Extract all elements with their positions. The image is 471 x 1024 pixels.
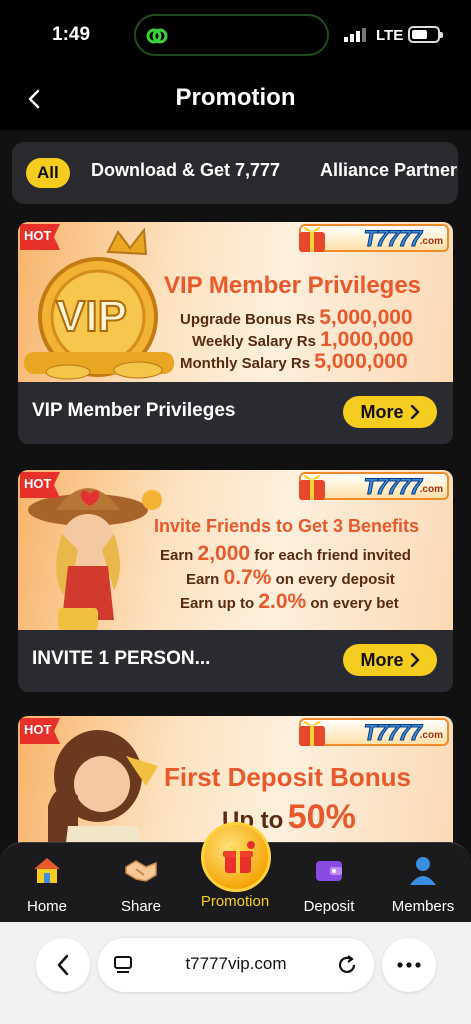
line-value: 2,000 <box>197 542 251 565</box>
page-title: Promotion <box>175 84 296 111</box>
nav-item-members[interactable]: Members <box>378 853 468 915</box>
brand-name: T7777 <box>363 474 422 500</box>
browser-back-button[interactable] <box>36 938 90 992</box>
status-time: 1:49 <box>52 24 91 45</box>
brand-logo: T7777 .com <box>299 224 449 252</box>
gift-icon <box>223 841 255 873</box>
banner-headline: VIP Member Privileges <box>164 272 422 299</box>
card-footer: VIP Member Privileges More <box>18 382 453 444</box>
link-icon <box>146 28 168 44</box>
brand-domain: .com <box>419 730 443 741</box>
nav-label: Promotion <box>200 893 270 910</box>
wallet-icon <box>316 861 342 881</box>
brand-name: T7777 <box>363 720 422 746</box>
line-label: Weekly Salary Rs <box>192 333 316 350</box>
person-icon <box>410 857 436 885</box>
nav-label: Home <box>26 898 67 915</box>
nav-item-deposit[interactable]: Deposit <box>284 853 374 915</box>
brand-domain: .com <box>419 236 443 247</box>
app-header: Promotion <box>0 70 471 130</box>
more-label: More <box>360 649 404 670</box>
tab-alliance-partner[interactable]: Alliance Partner <box>320 160 457 181</box>
line-prefix: Earn up to <box>180 595 255 612</box>
handshake-icon <box>125 860 157 882</box>
chevron-left-icon <box>57 954 69 976</box>
brand-domain: .com <box>419 484 443 495</box>
line-value: 5,000,000 <box>314 350 408 373</box>
nav-label: Share <box>120 898 162 915</box>
battery-icon <box>408 26 443 43</box>
hot-label: HOT <box>24 722 52 737</box>
status-bar: 1:49 LTE <box>0 0 471 70</box>
ellipsis-icon <box>397 962 421 968</box>
banner-line: Earn 0.7% on every deposit <box>186 566 395 590</box>
chevron-right-icon <box>410 653 419 667</box>
brand-name: T7777 <box>363 226 422 252</box>
browser-more-button[interactable] <box>382 938 436 992</box>
promo-card-invite[interactable]: HOT T7777 .com Invite Friends to Get 3 B… <box>18 470 453 692</box>
home-icon <box>34 858 60 883</box>
url-text: t7777vip.com <box>185 954 287 973</box>
line-suffix: for each friend invited <box>254 547 411 564</box>
tab-download-get[interactable]: Download & Get 7,777 <box>91 160 280 181</box>
brand-logo: T7777 .com <box>299 718 449 746</box>
banner-line: Weekly Salary Rs 1,000,000 <box>192 328 414 352</box>
line-prefix: Earn <box>160 547 194 564</box>
line-value: 2.0% <box>258 590 307 613</box>
promotion-tabs: All Download & Get 7,777 Alliance Partne… <box>12 142 458 204</box>
line-label: Monthly Salary Rs <box>180 355 311 372</box>
nav-label: Deposit <box>303 898 355 915</box>
more-button[interactable]: More <box>343 396 437 428</box>
address-bar[interactable]: t7777vip.com <box>98 938 374 992</box>
gift-icon <box>299 227 325 252</box>
more-button[interactable]: More <box>343 644 437 676</box>
signal-icon <box>344 28 366 42</box>
line-prefix: Earn <box>186 571 220 588</box>
reload-icon[interactable] <box>336 954 358 976</box>
card-title: INVITE 1 PERSON... <box>32 648 211 669</box>
browser-toolbar: t7777vip.com <box>0 922 471 1024</box>
banner-headline: Invite Friends to Get 3 Benefits <box>154 516 420 536</box>
banner-headline: First Deposit Bonus <box>164 762 412 792</box>
card-footer: INVITE 1 PERSON... More <box>18 630 453 692</box>
gift-icon <box>299 721 325 746</box>
subline-value: 50% <box>287 798 356 836</box>
nav-item-home[interactable]: Home <box>2 853 92 915</box>
promo-card-vip[interactable]: VIP HOT T7777 .com VIP Member Privileges… <box>18 222 453 444</box>
line-label: Upgrade Bonus Rs <box>180 311 316 328</box>
tab-all[interactable]: All <box>26 158 70 188</box>
banner-line: Earn 2,000 for each friend invited <box>160 542 411 566</box>
hot-label: HOT <box>24 228 52 243</box>
nav-label: Members <box>391 898 455 915</box>
hot-label: HOT <box>24 476 52 491</box>
line-suffix: on every bet <box>310 595 399 612</box>
brand-logo: T7777 .com <box>299 472 449 500</box>
nav-item-share[interactable]: Share <box>96 853 186 915</box>
card-title: VIP Member Privileges <box>32 400 236 421</box>
dynamic-island <box>134 14 329 56</box>
promotion-fab[interactable] <box>201 822 271 892</box>
gift-icon <box>299 475 325 500</box>
promo-banner-vip[interactable]: VIP HOT T7777 .com VIP Member Privileges… <box>18 222 453 382</box>
vip-badge-text: VIP <box>55 291 128 342</box>
network-type: LTE <box>376 27 404 44</box>
banner-line: Earn up to 2.0% on every bet <box>180 590 399 614</box>
line-value: 1,000,000 <box>320 328 414 351</box>
line-suffix: on every deposit <box>275 571 395 588</box>
promo-banner-invite[interactable]: HOT T7777 .com Invite Friends to Get 3 B… <box>18 470 453 630</box>
more-label: More <box>360 401 404 422</box>
chevron-right-icon <box>410 405 419 419</box>
line-value: 5,000,000 <box>319 306 413 329</box>
banner-line: Upgrade Bonus Rs 5,000,000 <box>180 306 413 330</box>
line-value: 0.7% <box>223 566 272 589</box>
banner-line: Monthly Salary Rs 5,000,000 <box>180 350 408 374</box>
